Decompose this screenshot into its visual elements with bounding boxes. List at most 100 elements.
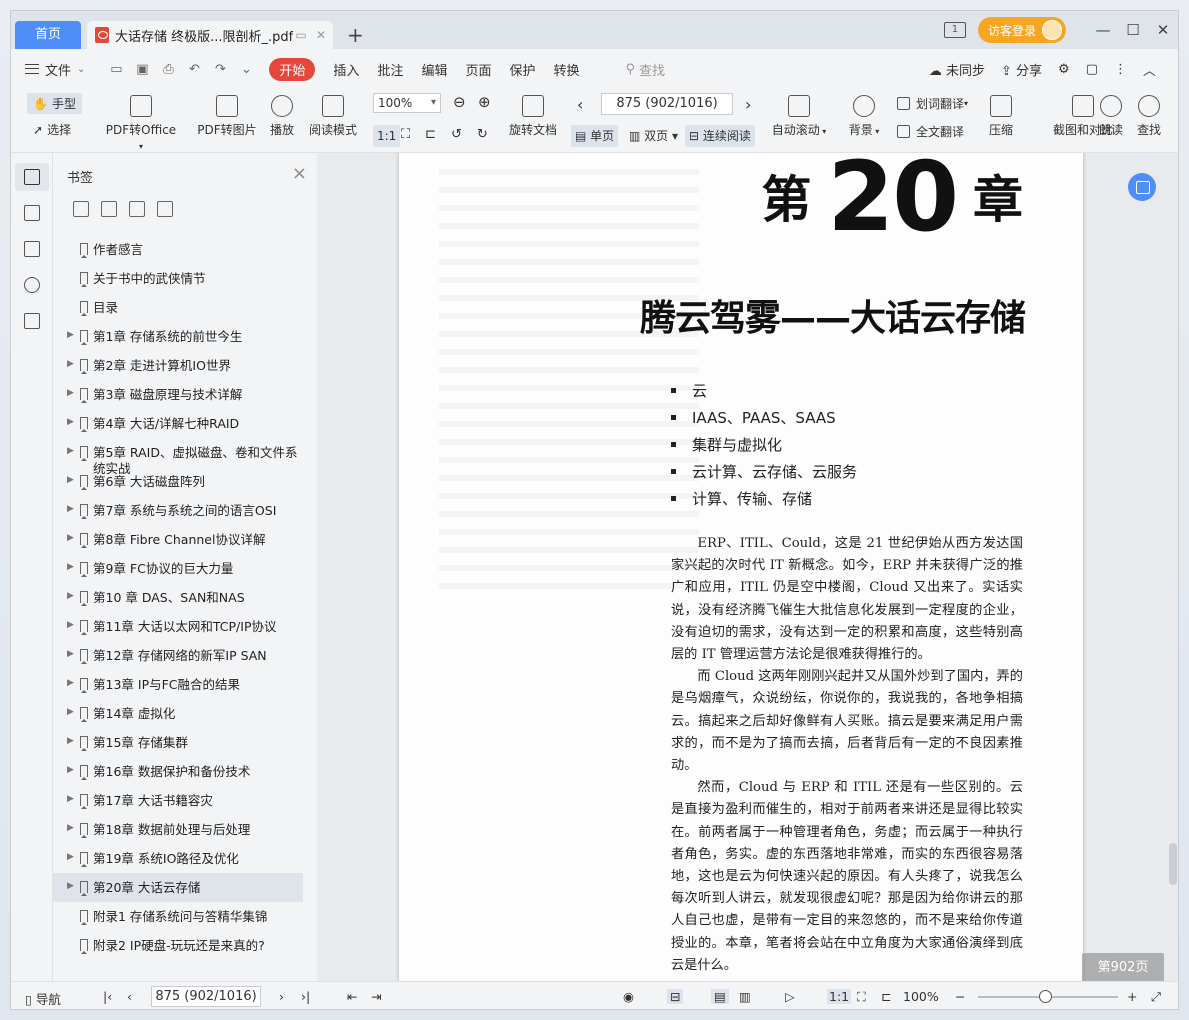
tab-annotate[interactable]: 批注 [377,60,403,79]
bookmark-item[interactable]: ▶ 第15章 存储集群 [53,728,303,757]
bookmark-panel-icon[interactable] [24,169,40,185]
bookmark-item[interactable]: ▶ 第7章 系统与系统之间的语言OSI [53,496,303,525]
continuous-read-button[interactable]: ⊟ 连续阅读 [685,125,755,147]
collapse-ribbon-icon[interactable]: ︿ [1143,60,1156,79]
document-viewport[interactable]: 第 20 章 腾云驾雾——大话云存储 云 IAAS、PAAS、SAAS 集群与虚拟化… [317,153,1178,981]
tab-pin-icon[interactable]: ▭ [293,28,309,42]
fit-page-status-icon[interactable]: ⛶ [857,989,866,1005]
bookmark-item[interactable]: ▶ 第16章 数据保护和备份技术 [53,757,303,786]
continuous-status-icon[interactable]: ⊟ [667,989,684,1004]
expand-arrow-icon[interactable]: ▶ [67,446,74,456]
floating-tool-button[interactable] [1128,173,1156,201]
back-icon[interactable]: ⇤ [347,989,357,1004]
full-translate-button[interactable]: 全文翻译 [897,123,964,140]
window-layout-icon[interactable]: 1 [943,22,966,38]
attachment-icon[interactable] [24,277,40,293]
bookmark-item[interactable]: ▶ 第8章 Fibre Channel协议详解 [53,525,303,554]
save-icon[interactable]: ▣ [135,62,149,77]
bookmark-item[interactable]: ▶ 第17章 大话书籍容灾 [53,786,303,815]
rotate-right-icon[interactable]: ↻ [477,127,488,142]
print-icon[interactable]: ⎙ [161,62,175,77]
expand-arrow-icon[interactable]: ▶ [67,794,74,804]
expand-arrow-icon[interactable]: ▶ [67,678,74,688]
bookmark-item[interactable]: ▶ 第12章 存储网络的新军IP SAN [53,641,303,670]
expand-arrow-icon[interactable]: ▶ [67,359,74,369]
expand-arrow-icon[interactable]: ▶ [67,707,74,717]
bookmark-item[interactable]: ▶ 第11章 大话以太网和TCP/IP协议 [53,612,303,641]
double-page-button[interactable]: ▥ 双页 ▾ [625,125,682,147]
fit-width-icon[interactable]: ⊏ [425,127,436,142]
maximize-icon[interactable]: ☐ [1118,21,1148,39]
fit-width-status-icon[interactable]: ⊏ [881,989,891,1004]
prev-page-icon[interactable]: ‹ [577,95,583,114]
more-options-icon[interactable]: ⋮ [1114,62,1127,77]
bookmark-item[interactable]: ▶ 第1章 存储系统的前世今生 [53,322,303,351]
single-page-status-icon[interactable]: ▤ [711,989,729,1004]
read-aloud-button[interactable]: 朗读 [1097,95,1125,138]
thumbnail-icon[interactable] [24,205,40,221]
next-page-status-icon[interactable]: › [279,989,284,1004]
tab-insert[interactable]: 插入 [333,60,359,79]
zoom-in-status-icon[interactable]: + [1127,989,1137,1004]
expand-arrow-icon[interactable]: ▶ [67,823,74,833]
zoom-select[interactable]: 100% [373,93,441,113]
expand-arrow-icon[interactable]: ▶ [67,504,74,514]
bookmark-item[interactable]: ▶ 第18章 数据前处理与后处理 [53,815,303,844]
fullscreen-icon[interactable]: ⤢ [1151,989,1161,1005]
zoom-in-icon[interactable]: ⊕ [478,93,491,111]
expand-arrow-icon[interactable]: ▶ [67,475,74,485]
expand-arrow-icon[interactable]: ▶ [67,765,74,775]
actual-size-status-icon[interactable]: 1:1 [827,989,852,1004]
open-icon[interactable]: ▭ [109,62,123,77]
status-page-input[interactable]: 875 (902/1016) [151,986,261,1007]
expand-arrow-icon[interactable]: ▶ [67,591,74,601]
compress-button[interactable]: 压缩 [987,95,1015,138]
bookmark-item[interactable]: ▶ 第14章 虚拟化 [53,699,303,728]
file-menu[interactable]: 文件 ⌄ [25,60,85,79]
forward-icon[interactable]: ⇥ [371,989,381,1004]
bookmark-item[interactable]: 目录 [53,293,303,322]
new-tab-button[interactable]: + [347,23,364,47]
bookmark-outline-icon[interactable] [157,201,173,217]
bookmark-item[interactable]: 附录1 存储系统问与答精华集锦 [53,902,303,931]
read-mode-button[interactable]: 阅读模式 [307,95,359,138]
bookmark-item[interactable]: ▶ 第3章 磁盘原理与技术详解 [53,380,303,409]
zoom-out-icon[interactable]: ⊖ [453,93,466,111]
pdf-to-office-button[interactable]: PDF转Office ▾ [103,95,179,152]
tab-close-icon[interactable]: ✕ [313,28,329,42]
fit-page-icon[interactable]: ⛶ [401,127,410,142]
bookmark-item[interactable]: ▶ 第9章 FC协议的巨大力量 [53,554,303,583]
add-bookmark-icon[interactable] [73,201,89,217]
unsync-button[interactable]: ☁ 未同步 [929,60,985,79]
expand-arrow-icon[interactable]: ▶ [67,533,74,543]
nav-toggle[interactable]: ▯ 导航 [25,989,61,1008]
more-icon[interactable]: ⌄ [239,62,253,77]
play-status-icon[interactable]: ▷ [785,989,795,1004]
expand-arrow-icon[interactable]: ▶ [67,620,74,630]
undo-icon[interactable]: ↶ [187,62,201,77]
bookmark-item[interactable]: ▶ 第19章 系统IO路径及优化 [53,844,303,873]
document-scrollbar[interactable] [1169,843,1177,885]
auto-scroll-button[interactable]: 自动滚动 ▾ [771,95,827,138]
tab-start[interactable]: 开始 [269,57,316,81]
play-button[interactable]: 播放 [267,95,297,138]
actual-size-icon[interactable]: 1:1 [373,125,401,147]
expand-arrow-icon[interactable]: ▶ [67,736,74,746]
signature-icon[interactable] [24,313,40,329]
search-box[interactable]: ⚲ 查找 [626,60,666,79]
rotate-left-icon[interactable]: ↺ [451,127,462,142]
zoom-status[interactable]: 100% [903,989,939,1004]
settings-icon[interactable]: ⚙ [1058,62,1070,77]
bookmark-item[interactable]: ▶ 第6章 大话磁盘阵列 [53,467,303,496]
bookmark-item[interactable]: ▶ 第20章 大话云存储 [53,873,303,902]
find-button[interactable]: 查找 [1135,95,1163,138]
document-tab[interactable]: 大话存储 终极版...限剖析_.pdf ▭ ✕ [87,21,333,49]
expand-arrow-icon[interactable]: ▶ [67,649,74,659]
comment-icon[interactable]: ▢ [1086,62,1098,77]
single-page-button[interactable]: ▤ 单页 [571,125,619,147]
tab-convert[interactable]: 转换 [554,60,580,79]
annotation-icon[interactable] [24,241,40,257]
bookmark-icon[interactable] [129,201,145,217]
visitor-login-button[interactable]: 访客登录 [977,17,1066,43]
select-tool-button[interactable]: ➚ 选择 [33,121,71,138]
